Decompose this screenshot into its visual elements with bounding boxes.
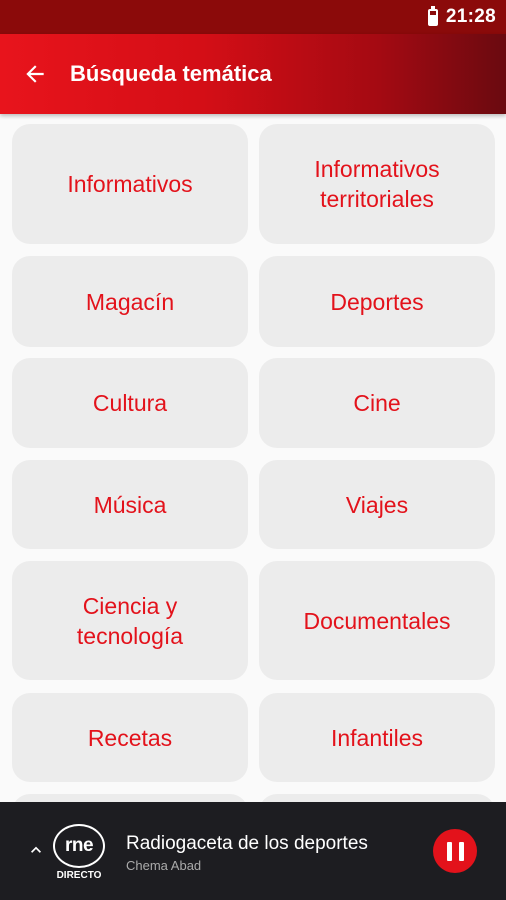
category-card-partial[interactable] <box>12 794 248 802</box>
program-host: Chema Abad <box>126 858 202 873</box>
back-button[interactable] <box>0 34 70 114</box>
pause-button[interactable] <box>433 829 477 873</box>
live-label: DIRECTO <box>56 870 102 881</box>
category-grid: Informativos Informativos territoriales … <box>0 114 506 802</box>
category-card-informativos[interactable]: Informativos <box>12 124 248 244</box>
category-card-cultura[interactable]: Cultura <box>12 358 248 448</box>
category-card-cine[interactable]: Cine <box>259 358 495 448</box>
category-label: Documentales <box>303 607 451 634</box>
category-card-recetas[interactable]: Recetas <box>12 693 248 782</box>
arrow-left-icon <box>26 65 44 83</box>
chevron-up-icon[interactable] <box>26 840 46 860</box>
pause-icon-bar <box>458 841 464 861</box>
category-card-documentales[interactable]: Documentales <box>259 561 495 680</box>
category-card-partial[interactable] <box>259 794 495 802</box>
category-label: Cultura <box>92 390 168 416</box>
category-card-ciencia-y-tecnologia[interactable]: Ciencia y tecnología <box>12 561 248 680</box>
category-card-musica[interactable]: Música <box>12 460 248 549</box>
category-card-infantiles[interactable]: Infantiles <box>259 693 495 782</box>
category-label: Ciencia y tecnología <box>76 592 184 649</box>
mini-player[interactable]: rne DIRECTO Radiogaceta de los deportes … <box>0 802 506 900</box>
category-label: Música <box>93 491 167 518</box>
station-logo: rne <box>53 824 105 868</box>
category-card-viajes[interactable]: Viajes <box>259 460 495 549</box>
category-card-deportes[interactable]: Deportes <box>259 256 495 347</box>
app-bar: Búsqueda temática <box>0 34 506 114</box>
category-label: Recetas <box>87 724 173 751</box>
page-title: Búsqueda temática <box>70 61 272 86</box>
category-label: Deportes <box>330 288 424 315</box>
pause-icon-bar <box>446 841 452 861</box>
category-label: Viajes <box>345 491 409 518</box>
logo-text: rne <box>64 835 94 856</box>
program-title: Radiogaceta de los deportes <box>126 833 368 854</box>
category-card-magacin[interactable]: Magacín <box>12 256 248 347</box>
category-label: Informativos territoriales <box>314 156 440 212</box>
category-label: Cine <box>353 390 401 416</box>
status-bar: 21:28 <box>0 0 506 34</box>
category-label: Magacín <box>85 288 175 315</box>
status-time: 21:28 <box>445 6 496 27</box>
category-label: Infantiles <box>330 724 424 751</box>
category-card-informativos-territoriales[interactable]: Informativos territoriales <box>259 124 495 244</box>
category-label: Informativos <box>67 171 193 197</box>
battery-icon <box>427 5 438 26</box>
